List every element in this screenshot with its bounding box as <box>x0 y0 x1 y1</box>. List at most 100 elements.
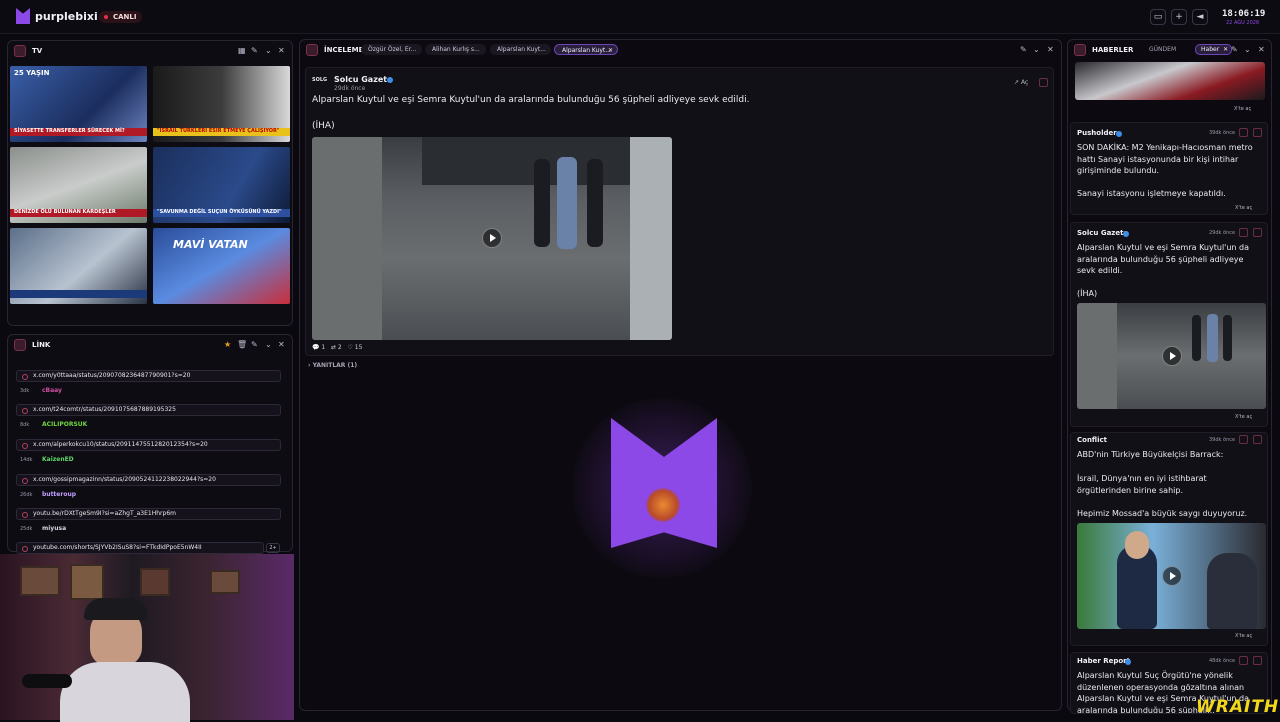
volume-icon[interactable]: ◄ <box>1192 9 1208 25</box>
review-icon <box>306 44 318 56</box>
link-url[interactable]: youtube.com/shorts/SJYVb2ISuS8?si=FTkdId… <box>16 542 264 554</box>
review-tab[interactable]: Özgür Özel, Er... <box>361 44 422 55</box>
author-avatar: SOLG <box>312 77 328 83</box>
news-video[interactable] <box>1077 523 1266 629</box>
news-panel-header: HABERLER GÜNDEM Haber ✕ ✎ ⌄ ✕ <box>1068 40 1271 62</box>
close-icon[interactable]: ✕ <box>1047 45 1054 54</box>
send-icon[interactable] <box>1253 435 1262 444</box>
news-author[interactable]: Pusholder <box>1077 129 1117 137</box>
video-figure <box>1192 315 1201 361</box>
clock: 18:06:19 <box>1222 9 1266 19</box>
news-text: İsrail, Dünya'nın en iyi istihbarat örgü… <box>1077 474 1207 495</box>
link-url[interactable]: x.com/t24comtr/status/209107568788919532… <box>16 404 281 416</box>
bookmark-icon[interactable] <box>1239 128 1248 137</box>
watermark-text: WRAITH <box>1196 697 1280 717</box>
tv-thumbnail[interactable] <box>10 228 147 304</box>
chevron-down-icon[interactable]: ⌄ <box>1033 45 1040 54</box>
close-tab-icon[interactable]: ✕ <box>608 45 613 54</box>
news-author[interactable]: Haber Report <box>1077 657 1130 665</box>
close-icon[interactable]: ✕ <box>1258 45 1265 54</box>
open-on-x-link[interactable]: X'te aç <box>1234 106 1251 112</box>
like-icon[interactable]: ♡ <box>347 344 352 351</box>
news-text: Hepimiz Mossad'a büyük saygı duyuyoruz. <box>1077 509 1248 518</box>
tab-agenda[interactable]: GÜNDEM <box>1149 46 1176 53</box>
plus-icon[interactable]: + <box>1171 9 1187 25</box>
review-tab[interactable]: Alihan Kurlış s... <box>425 44 486 55</box>
news-author[interactable]: Solcu Gazete <box>1077 229 1128 237</box>
star-icon[interactable]: ★ <box>224 340 231 349</box>
bookmark-icon[interactable] <box>1039 78 1048 87</box>
tv-thumbnail[interactable]: MAVİ VATAN <box>153 228 290 304</box>
edit-icon[interactable]: ✎ <box>251 46 258 55</box>
bookmark-icon[interactable] <box>1239 435 1248 444</box>
trash-icon[interactable]: 🗑 <box>237 340 247 349</box>
tv-thumbnail[interactable]: 25 YAŞIN SİYASETTE TRANSFERLER SÜRECEK M… <box>10 66 147 142</box>
news-time: 29dk önce <box>1209 230 1236 236</box>
news-ticker: "SAVUNMA DEĞİL SUÇUN ÖYKÜSÜNÜ YAZDI" <box>153 209 290 217</box>
repost-icon[interactable]: ⇄ <box>331 344 336 351</box>
post-video[interactable] <box>312 137 672 340</box>
play-icon[interactable] <box>1162 566 1182 586</box>
reply-icon[interactable]: 💬 <box>312 344 319 351</box>
edit-icon[interactable]: ✎ <box>1231 45 1238 54</box>
review-tab[interactable]: Alparslan Kuyt... <box>490 44 551 55</box>
link-user: cBaay <box>42 387 62 394</box>
wall-frame <box>20 566 60 596</box>
news-text: Alparslan Kuytul ve eşi Semra Kuytul'un … <box>1077 243 1250 275</box>
link-age: 25dk <box>20 526 33 532</box>
news-author[interactable]: Conflict <box>1077 436 1107 444</box>
link-item[interactable]: x.com/t24comtr/status/209107568788919532… <box>14 402 286 434</box>
link-url[interactable]: youtu.be/rDXtTgeSm9I?si=aZhgT_a3E1Hhrp6m <box>16 508 281 520</box>
video-figure <box>557 157 577 249</box>
link-item[interactable]: x.com/y0ttaaa/status/2090708236487790901… <box>14 368 286 400</box>
news-video[interactable] <box>1077 303 1266 409</box>
send-icon[interactable] <box>1253 128 1262 137</box>
play-icon[interactable] <box>1162 346 1182 366</box>
send-icon[interactable] <box>1253 656 1262 665</box>
close-tab-icon[interactable]: ✕ <box>1223 45 1228 54</box>
open-link[interactable]: ↗ Aç <box>1014 79 1028 86</box>
link-url[interactable]: x.com/y0ttaaa/status/2090708236487790901… <box>16 370 281 382</box>
play-icon[interactable] <box>482 228 502 248</box>
chevron-down-icon[interactable]: ⌄ <box>265 46 272 55</box>
open-on-x-link[interactable]: X'te aç <box>1235 633 1252 639</box>
news-text: ABD'nin Türkiye Büyükelçisi Barrack: <box>1077 450 1224 459</box>
review-tab-active[interactable]: Alparslan Kuyt... ✕ <box>554 44 618 55</box>
chevron-down-icon[interactable]: ⌄ <box>265 340 272 349</box>
link-item[interactable]: x.com/gossipmagazinn/status/209052411223… <box>14 472 286 504</box>
news-ticker: SİYASETTE TRANSFERLER SÜRECEK Mİ? <box>10 128 147 136</box>
news-text: SON DAKİKA: M2 Yenikapı-Hacıosman metro … <box>1077 143 1253 175</box>
tab-news-active[interactable]: Haber ✕ <box>1195 44 1233 55</box>
news-time: 39dk önce <box>1209 437 1236 443</box>
close-icon[interactable]: ✕ <box>278 46 285 55</box>
replies-toggle[interactable]: › YANITLAR (1) <box>308 362 357 369</box>
tv-thumbnail[interactable]: DENİZDE ÖLÜ BULUNAN KARDEŞLER <box>10 147 147 223</box>
post-author[interactable]: Solcu Gazete <box>334 75 393 84</box>
news-item: Pusholder 39dk önce SON DAKİKA: M2 Yenik… <box>1070 122 1268 215</box>
bookmark-icon[interactable] <box>1239 228 1248 237</box>
link-url[interactable]: x.com/gossipmagazinn/status/209052411223… <box>16 474 281 486</box>
link-user: butteroup <box>42 491 77 498</box>
send-icon[interactable] <box>1253 228 1262 237</box>
bookmark-icon[interactable] <box>1239 656 1248 665</box>
post-stats: 💬 1 ⇄ 2 ♡ 15 <box>312 344 363 351</box>
tv-thumbnail[interactable]: "SAVUNMA DEĞİL SUÇUN ÖYKÜSÜNÜ YAZDI" <box>153 147 290 223</box>
edit-icon[interactable]: ✎ <box>1020 45 1027 54</box>
grid-icon[interactable]: ▦ <box>238 46 246 55</box>
news-ticker <box>10 290 147 298</box>
post-time: 29dk önce <box>334 85 366 92</box>
review-panel-title: İNCELEME <box>324 46 364 54</box>
tv-thumbnail[interactable]: "İSRAİL TÜRKLERİ ESİR ETMEYE ÇALIŞIYOR" <box>153 66 290 142</box>
streamer-cap <box>84 598 148 620</box>
open-on-x-link[interactable]: X'te aç <box>1235 205 1252 211</box>
screen-icon[interactable]: ▭ <box>1150 9 1166 25</box>
link-item[interactable]: youtu.be/rDXtTgeSm9I?si=aZhgT_a3E1Hhrp6m… <box>14 506 286 538</box>
news-image[interactable] <box>1075 62 1265 100</box>
chevron-down-icon[interactable]: ⌄ <box>1244 45 1251 54</box>
link-item[interactable]: x.com/alperkokcu10/status/20911475512820… <box>14 437 286 469</box>
link-url[interactable]: x.com/alperkokcu10/status/20911475512820… <box>16 439 281 451</box>
edit-icon[interactable]: ✎ <box>251 340 258 349</box>
close-icon[interactable]: ✕ <box>278 340 285 349</box>
link-item[interactable]: youtube.com/shorts/SJYVb2ISuS8?si=FTkdId… <box>14 540 286 554</box>
open-on-x-link[interactable]: X'te aç <box>1235 414 1252 420</box>
